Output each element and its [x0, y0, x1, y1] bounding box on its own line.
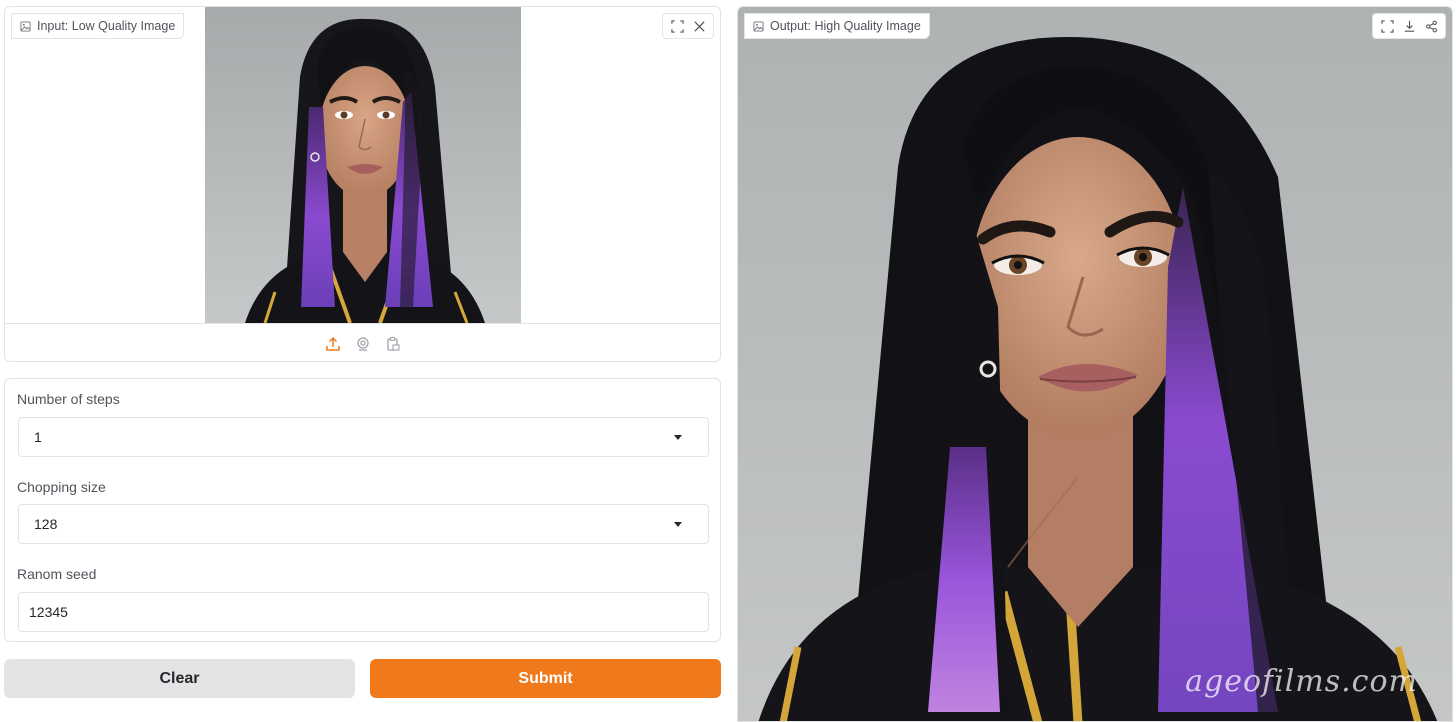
chevron-down-icon: [674, 522, 682, 527]
submit-button[interactable]: Submit: [370, 659, 721, 698]
close-icon[interactable]: [689, 16, 709, 36]
image-icon: [20, 20, 31, 32]
chevron-down-icon: [674, 435, 682, 440]
seed-input[interactable]: 12345: [18, 592, 709, 632]
webcam-icon[interactable]: [353, 334, 373, 354]
fullscreen-icon[interactable]: [1377, 16, 1397, 36]
clipboard-icon[interactable]: [383, 334, 403, 354]
app-root: Input: Low Quality Image Number of steps…: [0, 0, 1456, 722]
output-image-label-text: Output: High Quality Image: [770, 19, 921, 33]
image-icon: [753, 20, 764, 32]
image-source-bar: [5, 323, 720, 361]
input-image-label-text: Input: Low Quality Image: [37, 19, 176, 33]
steps-value: 1: [34, 429, 42, 445]
share-icon[interactable]: [1421, 16, 1441, 36]
steps-dropdown[interactable]: 1: [18, 417, 709, 457]
input-portrait-image: [205, 7, 521, 323]
clear-button[interactable]: Clear: [4, 659, 355, 698]
fullscreen-icon[interactable]: [667, 16, 687, 36]
watermark-text: ageofilms.com: [1185, 664, 1418, 699]
output-image-panel: Output: High Quality Image ageofilms.com: [737, 6, 1453, 722]
steps-label: Number of steps: [17, 391, 120, 407]
output-image-label: Output: High Quality Image: [744, 13, 930, 39]
seed-value: 12345: [29, 604, 68, 620]
chop-dropdown[interactable]: 128: [18, 504, 709, 544]
input-image-panel[interactable]: Input: Low Quality Image: [4, 6, 721, 362]
upload-icon[interactable]: [323, 334, 343, 354]
controls-panel: Number of steps 1 Chopping size 128 Rano…: [4, 378, 721, 642]
chop-label: Chopping size: [17, 479, 106, 495]
output-image-toolbar: [1372, 13, 1446, 39]
input-image-label: Input: Low Quality Image: [11, 13, 185, 39]
output-portrait-image: [738, 7, 1452, 721]
seed-label: Ranom seed: [17, 566, 97, 582]
chop-value: 128: [34, 516, 58, 532]
download-icon[interactable]: [1399, 16, 1419, 36]
input-image-toolbar: [662, 13, 714, 39]
